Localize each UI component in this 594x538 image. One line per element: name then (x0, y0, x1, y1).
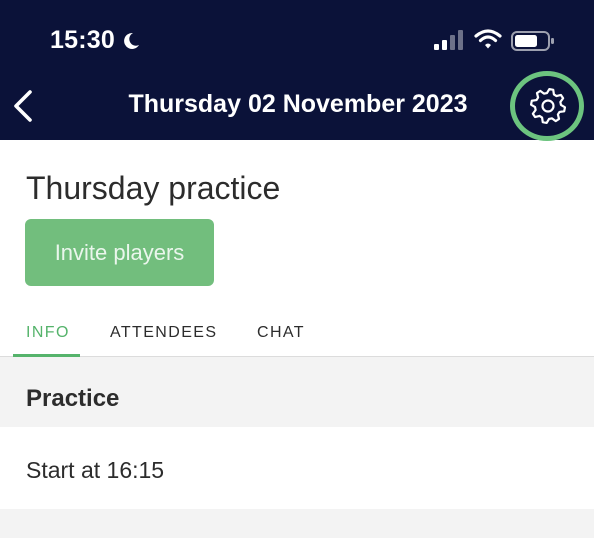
tab-bar: INFO ATTENDEES CHAT (0, 310, 594, 357)
battery-icon (511, 31, 554, 51)
signal-icon (434, 30, 463, 50)
section-header-practice: Practice (0, 357, 594, 427)
moon-icon (124, 32, 139, 49)
chevron-left-icon[interactable] (8, 86, 44, 126)
status-time-text: 15:30 (50, 26, 115, 54)
tab-chat[interactable]: CHAT (257, 324, 305, 342)
status-bar-time: 15:30 (50, 26, 141, 55)
next-section-header (0, 509, 594, 538)
start-time-row: Start at 16:15 (0, 427, 594, 509)
tab-attendees[interactable]: ATTENDEES (110, 324, 217, 342)
page-title: Thursday practice (26, 170, 281, 206)
start-time-text: Start at 16:15 (26, 457, 165, 483)
section-title: Practice (26, 385, 120, 412)
wifi-icon (474, 29, 502, 49)
page-date-title: Thursday 02 November 2023 (128, 90, 468, 118)
tab-info[interactable]: INFO (26, 324, 70, 342)
gear-icon[interactable] (529, 87, 567, 125)
app-header: 15:30 Thursday 02 November 2023 (0, 0, 594, 141)
invite-players-button[interactable]: Invite players (25, 219, 214, 286)
